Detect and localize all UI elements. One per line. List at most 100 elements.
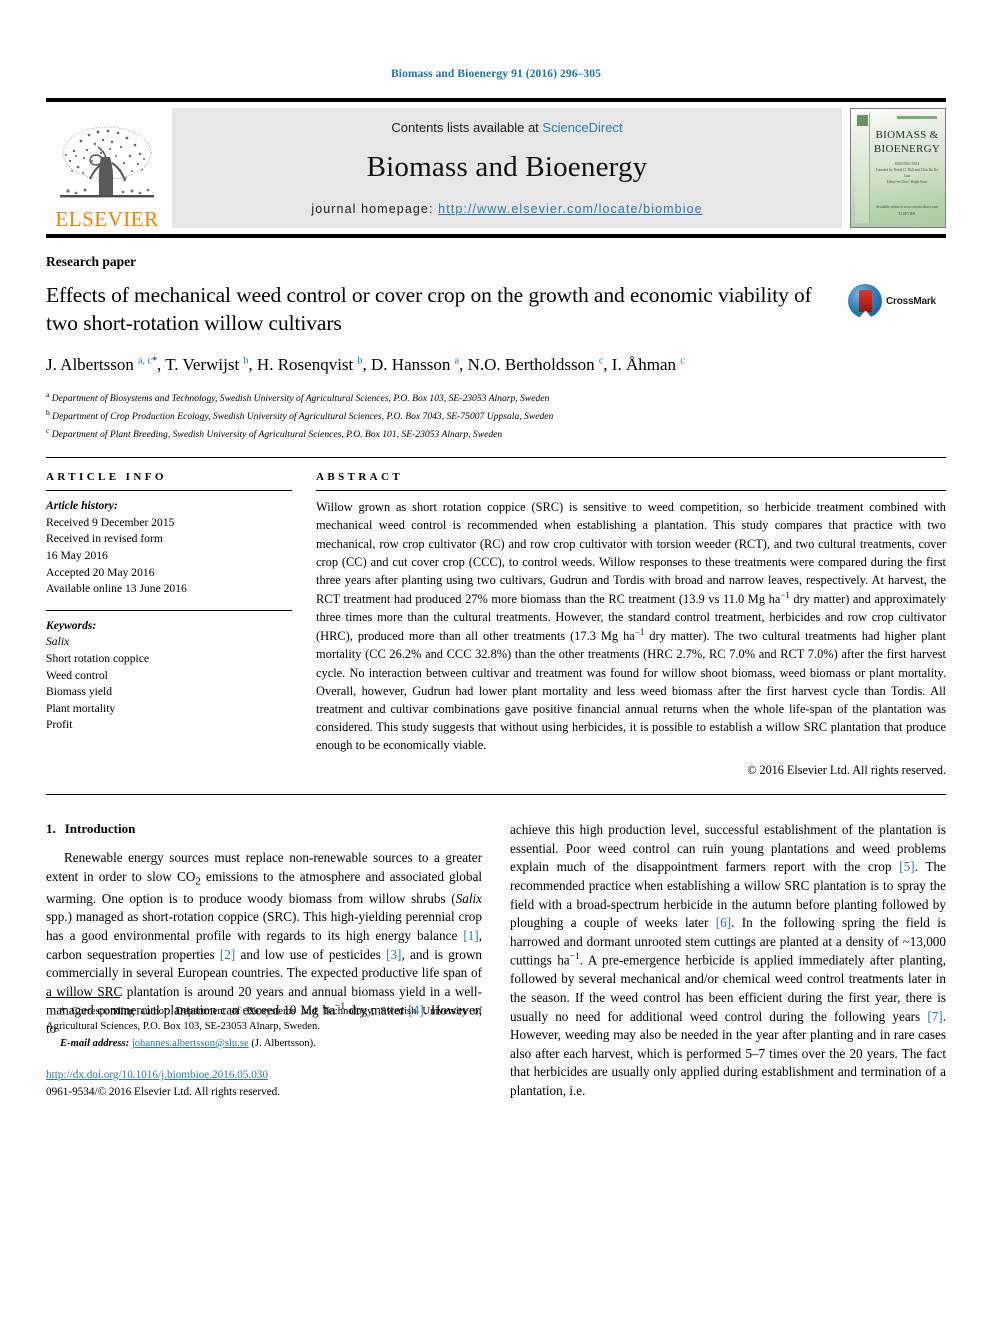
reference-link[interactable]: [7] — [927, 1009, 942, 1024]
author-name: D. Hansson a — [371, 355, 460, 375]
author-affiliation-marker: c — [680, 355, 685, 367]
running-head: Biomass and Bioenergy 91 (2016) 296–305 — [391, 68, 601, 80]
affiliation-item: a Department of Biosystems and Technolog… — [46, 390, 550, 405]
section-label: Introduction — [64, 821, 136, 837]
journal-homepage-line: journal homepage: http://www.elsevier.co… — [311, 202, 702, 216]
doi-link[interactable]: http://dx.doi.org/10.1016/j.biombioe.201… — [46, 1069, 268, 1081]
email-suffix: (J. Albertsson). — [251, 1037, 316, 1049]
keyword-item: Salix — [46, 635, 70, 649]
cover-title-line2: BIOENERGY — [873, 142, 941, 155]
article-history-label: Article history: — [46, 499, 118, 513]
body-column-left: 1. Introduction Renewable energy sources … — [46, 821, 482, 1101]
page-title: Effects of mechanical weed control or co… — [46, 283, 812, 335]
article-history-line: Received 9 December 2015 — [46, 515, 175, 529]
email-line: E-mail address: johannes.albertsson@slu.… — [46, 1036, 482, 1051]
paper-page: Biomass and Bioenergy 91 (2016) 296–305 — [0, 0, 992, 1323]
affiliation-list: a Department of Biosystems and Technolog… — [46, 389, 946, 443]
homepage-label: journal homepage: — [311, 202, 439, 216]
crossmark-label: CrossMark — [886, 295, 936, 307]
elsevier-wordmark: ELSEVIER — [55, 207, 159, 231]
affiliation-marker: a — [46, 390, 50, 400]
author-name: I. Åhman c — [611, 355, 685, 375]
crossmark-icon[interactable] — [848, 284, 882, 318]
author-name: H. Rosenqvist b — [256, 355, 363, 375]
issn-copyright-line: 0961-9534/© 2016 Elsevier Ltd. All right… — [46, 1085, 281, 1098]
info-abstract-band: ARTICLE INFO Article history: Received 9… — [46, 457, 946, 796]
elsevier-tree-icon — [60, 126, 154, 198]
author-name: N.O. Bertholdsson c — [467, 355, 604, 375]
author-affiliation-marker: b — [357, 355, 363, 367]
cover-subtext: ISSN 0961-9534 Founded by David O. Hall … — [875, 161, 939, 185]
keywords-block: Keywords: Salix Short rotation coppice Wee… — [46, 618, 292, 734]
reference-link[interactable]: [5] — [899, 859, 914, 874]
cover-title: BIOMASS & BIOENERGY — [873, 129, 941, 157]
keyword-item: Weed control — [46, 668, 108, 682]
cover-founders: Founded by David O. Hall and Chin Ku Ko … — [875, 168, 939, 179]
article-info-heading: ARTICLE INFO — [46, 471, 167, 484]
affiliation-item: c Department of Plant Breeding, Swedish … — [46, 426, 503, 441]
journal-masthead: ELSEVIER Contents lists available at Sci… — [46, 98, 946, 238]
keywords-label: Keywords: — [46, 618, 97, 632]
abstract-rule — [316, 490, 946, 492]
reference-link[interactable]: [2] — [220, 947, 235, 962]
article-info-column: ARTICLE INFO Article history: Received 9… — [46, 471, 316, 778]
corresponding-marker: * — [151, 355, 157, 367]
affiliation-marker: b — [46, 408, 50, 418]
doi-block: http://dx.doi.org/10.1016/j.biombioe.201… — [46, 1067, 482, 1101]
contents-available-line: Contents lists available at ScienceDirec… — [391, 120, 622, 135]
article-history-line: Received in revised form — [46, 532, 163, 546]
keyword-item: Profit — [46, 718, 73, 732]
abstract-heading: ABSTRACT — [316, 471, 404, 484]
sciencedirect-link[interactable]: ScienceDirect — [542, 120, 622, 135]
abstract-column: ABSTRACT Willow grown as short rotation … — [316, 471, 946, 778]
cover-editor: Editor-in-Chief: Ralph Sims — [886, 180, 928, 185]
cover-elsevier-mark-icon — [857, 115, 868, 126]
footnote-star: * — [60, 1005, 66, 1017]
cover-bottom-text: Available online at www.sciencedirect.co… — [875, 204, 939, 217]
cover-availability: Available online at www.sciencedirect.co… — [875, 205, 939, 210]
author-name: T. Verwijst b — [165, 355, 249, 375]
article-info-rule — [46, 490, 292, 492]
author-list: J. Albertsson a, c*, T. Verwijst b, H. R… — [46, 355, 685, 375]
crossmark-badge-group[interactable]: CrossMark — [848, 282, 946, 318]
journal-cover-thumbnail: BIOMASS & BIOENERGY ISSN 0961-9534 Found… — [850, 108, 946, 228]
abstract-copyright: © 2016 Elsevier Ltd. All rights reserved… — [747, 763, 946, 778]
author-affiliation-marker: a, c — [138, 355, 152, 367]
reference-link[interactable]: [1] — [463, 928, 478, 943]
reference-link[interactable]: [3] — [386, 947, 401, 962]
elsevier-logo: ELSEVIER — [46, 102, 168, 234]
title-block: Effects of mechanical weed control or co… — [46, 282, 848, 353]
author-name: J. Albertsson a, c* — [46, 355, 157, 375]
intro-paragraph-right: achieve this high production level, succ… — [510, 822, 946, 1098]
reference-link[interactable]: [6] — [716, 915, 731, 930]
affiliation-marker: c — [46, 426, 50, 436]
article-history-line: Accepted 20 May 2016 — [46, 565, 155, 579]
journal-title: Biomass and Bioenergy — [366, 151, 648, 183]
author-affiliation-marker: a — [454, 355, 460, 367]
cover-publisher: ELSEVIER — [898, 211, 916, 216]
journal-homepage-link[interactable]: http://www.elsevier.com/locate/biombioe — [438, 202, 703, 216]
abstract-body: Willow grown as short rotation coppice (… — [316, 500, 946, 752]
title-row: Effects of mechanical weed control or co… — [46, 282, 946, 353]
article-history: Article history: Received 9 December 201… — [46, 498, 292, 597]
keyword-item: Plant mortality — [46, 701, 116, 715]
keyword-item: Biomass yield — [46, 685, 113, 699]
keyword-item: Short rotation coppice — [46, 651, 150, 665]
footnote-area: * Corresponding author. Department of Bi… — [46, 996, 482, 1101]
cover-left-strip — [855, 113, 870, 223]
body-columns: 1. Introduction Renewable energy sources … — [46, 821, 946, 1101]
corresponding-author-text: Corresponding author. Department of Bios… — [46, 1005, 482, 1032]
section-title-introduction: 1. Introduction — [46, 821, 482, 837]
article-type-label: Research paper — [46, 254, 137, 269]
section-number: 1. — [46, 821, 56, 837]
body-column-right: achieve this high production level, succ… — [510, 821, 946, 1101]
email-link[interactable]: johannes.albertsson@slu.se — [132, 1038, 249, 1049]
affiliation-item: b Department of Crop Production Ecology,… — [46, 408, 554, 423]
corresponding-author-note: * Corresponding author. Department of Bi… — [46, 1004, 482, 1051]
article-history-line: 16 May 2016 — [46, 549, 108, 563]
masthead-center: Contents lists available at ScienceDirec… — [172, 108, 842, 228]
author-affiliation-marker: c — [598, 355, 604, 367]
email-label: E-mail address: — [60, 1037, 130, 1049]
footnote-rule — [46, 996, 120, 998]
cover-top-rule — [897, 116, 937, 119]
